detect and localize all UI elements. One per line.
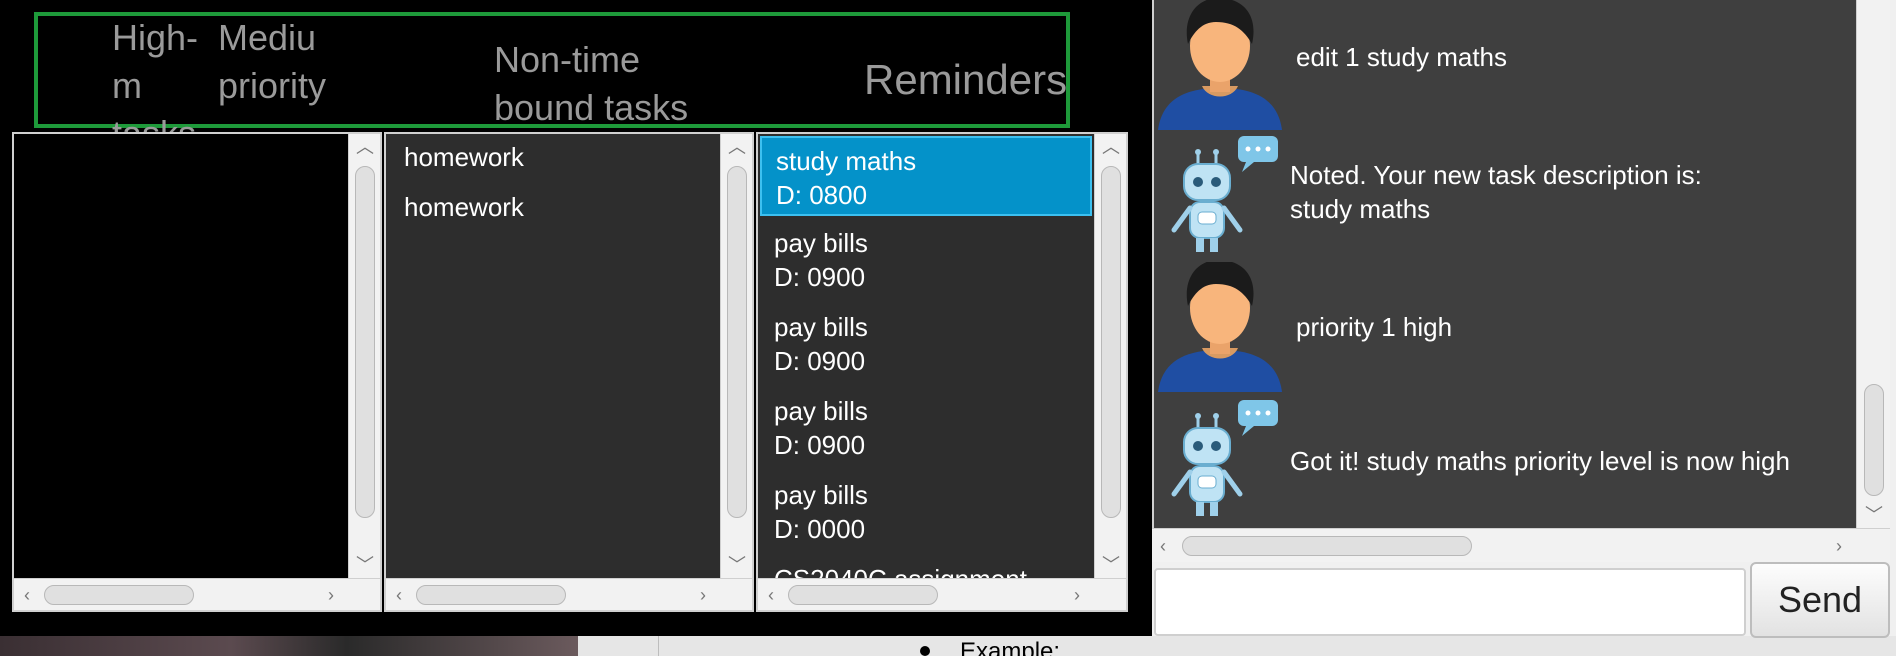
bullet-point <box>920 646 930 656</box>
scroll-left-icon[interactable]: ‹ <box>758 579 784 610</box>
chat-message-bot: Got it! study maths priority level is no… <box>1154 394 1856 524</box>
scroll-thumb[interactable] <box>788 585 938 605</box>
scroll-right-icon[interactable]: › <box>318 579 344 610</box>
horizontal-scrollbar[interactable]: ‹ › <box>758 578 1126 610</box>
scroll-right-icon[interactable]: › <box>690 579 716 610</box>
horizontal-scrollbar[interactable]: ‹ › <box>386 578 752 610</box>
scroll-thumb[interactable] <box>355 166 375 518</box>
chat-dialog-area[interactable]: edit 1 study maths Noted. Your new task … <box>1152 0 1856 528</box>
horizontal-scrollbar[interactable]: ‹ › <box>14 578 380 610</box>
scroll-up-icon[interactable]: ︿ <box>721 134 752 160</box>
column-header-box: High- m tasks Mediu priority Non-time bo… <box>34 12 1070 154</box>
scroll-left-icon[interactable]: ‹ <box>1160 529 1166 563</box>
header-non-time-bound: Non-time bound tasks <box>494 39 689 128</box>
scroll-down-icon[interactable]: ﹀ <box>721 552 752 578</box>
chat-input[interactable] <box>1154 568 1746 636</box>
high-priority-list[interactable]: ︿ ﹀ ‹ › <box>12 132 382 612</box>
vertical-scrollbar[interactable]: ︿ ﹀ <box>348 134 380 578</box>
scroll-right-icon[interactable]: › <box>1836 529 1842 563</box>
reminder-item[interactable]: pay bills D: 0900 <box>758 386 1094 470</box>
background-strip: Example: <box>0 636 1896 656</box>
reminders-list-area[interactable]: study maths D: 0800 pay bills D: 0900 pa… <box>758 134 1094 578</box>
reminder-item[interactable]: pay bills D: 0000 <box>758 470 1094 554</box>
reminder-item-selected[interactable]: study maths D: 0800 <box>760 136 1092 216</box>
high-priority-list-area[interactable] <box>14 134 348 578</box>
scroll-down-icon[interactable]: ﹀ <box>349 552 380 578</box>
vertical-scrollbar[interactable]: ︿ ﹀ <box>1094 134 1126 578</box>
chat-message-user: priority 1 high <box>1154 262 1856 392</box>
list-item[interactable]: homework <box>386 184 720 234</box>
chat-message-user: edit 1 study maths <box>1154 0 1856 130</box>
task-panel: High- m tasks Mediu priority Non-time bo… <box>0 0 1148 636</box>
vertical-scrollbar[interactable]: ︿ ﹀ <box>720 134 752 578</box>
scroll-left-icon[interactable]: ‹ <box>386 579 412 610</box>
medium-priority-list[interactable]: homework homework ︿ ﹀ ‹ › <box>384 132 754 612</box>
scroll-thumb[interactable] <box>727 166 747 518</box>
robot-avatar-icon <box>1171 400 1278 516</box>
chat-message-bot: Noted. Your new task description is: stu… <box>1154 130 1856 260</box>
scroll-up-icon[interactable]: ︿ <box>1095 134 1126 160</box>
header-reminders: Reminders <box>864 56 1068 103</box>
robot-avatar-icon <box>1171 136 1278 252</box>
scroll-up-icon[interactable]: ︿ <box>349 134 380 160</box>
reminders-list[interactable]: study maths D: 0800 pay bills D: 0900 pa… <box>756 132 1128 612</box>
user-avatar-icon <box>1158 262 1282 392</box>
scroll-thumb[interactable] <box>1101 166 1121 518</box>
reminder-item[interactable]: CS2040C assignment <box>758 554 1094 578</box>
chat-message-text: edit 1 study maths <box>1296 42 1507 72</box>
list-item[interactable]: homework <box>386 134 720 184</box>
send-button[interactable]: Send <box>1750 562 1890 638</box>
chat-message-text: priority 1 high <box>1296 312 1453 342</box>
scroll-thumb[interactable] <box>1182 536 1472 556</box>
scroll-thumb[interactable] <box>416 585 566 605</box>
header-medium-priority: Mediu priority <box>218 17 327 106</box>
scroll-down-icon[interactable]: ﹀ <box>1095 552 1126 578</box>
user-avatar-icon <box>1158 0 1282 130</box>
background-divider <box>658 636 659 656</box>
reminder-item[interactable]: pay bills D: 0900 <box>758 218 1094 302</box>
scroll-left-icon[interactable]: ‹ <box>14 579 40 610</box>
scroll-thumb[interactable] <box>1864 384 1884 496</box>
background-example-text: Example: <box>960 638 1061 656</box>
chat-panel: edit 1 study maths Noted. Your new task … <box>1152 0 1896 638</box>
scroll-down-icon[interactable]: ﹀ <box>1857 502 1891 528</box>
scroll-thumb[interactable] <box>44 585 194 605</box>
reminder-item[interactable]: pay bills D: 0900 <box>758 302 1094 386</box>
chat-vertical-scrollbar[interactable]: ﹀ <box>1856 0 1890 528</box>
chat-horizontal-scrollbar[interactable]: ‹ › <box>1152 528 1890 562</box>
background-photo <box>0 636 578 656</box>
medium-priority-list-area[interactable]: homework homework <box>386 134 720 578</box>
chat-message-text: Noted. Your new task description is: stu… <box>1290 160 1702 224</box>
scroll-right-icon[interactable]: › <box>1064 579 1090 610</box>
chat-message-text: Got it! study maths priority level is no… <box>1290 446 1790 476</box>
